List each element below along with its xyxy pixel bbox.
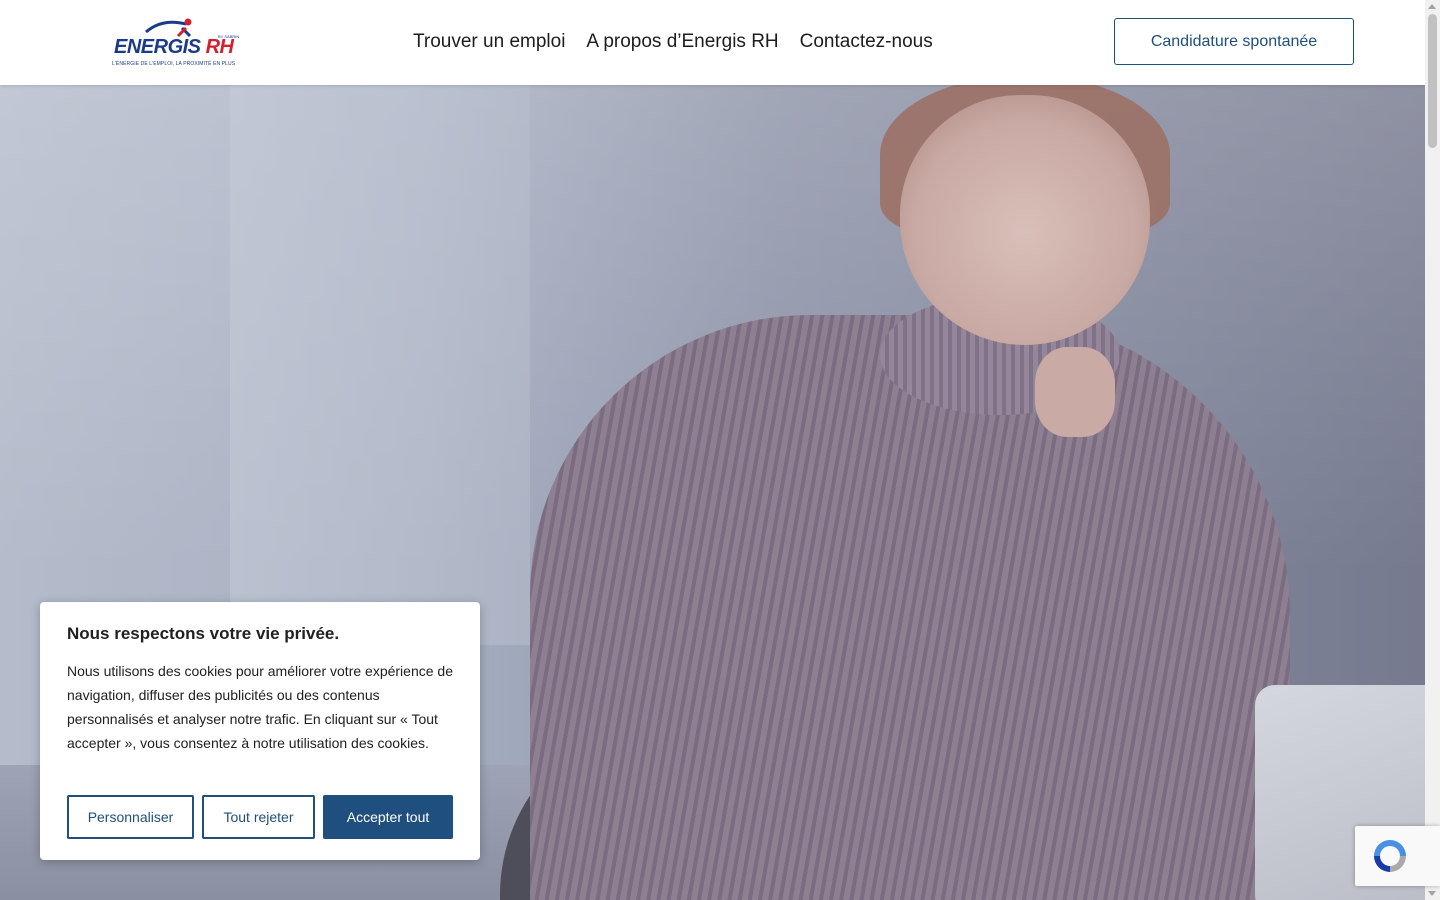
spontaneous-application-button[interactable]: Candidature spontanée xyxy=(1114,18,1354,65)
scroll-down-arrow-icon[interactable] xyxy=(1428,891,1436,896)
hero-door xyxy=(230,85,530,645)
cookie-description: Nous utilisons des cookies pour améliore… xyxy=(67,663,453,751)
cookie-actions: Personnaliser Tout rejeter Accepter tout xyxy=(67,795,453,839)
recaptcha-icon xyxy=(1374,840,1406,872)
hero-hand xyxy=(1035,347,1115,437)
accept-all-button[interactable]: Accepter tout xyxy=(323,795,453,839)
reject-all-button[interactable]: Tout rejeter xyxy=(202,795,315,839)
logo-wordmark: ENERGIS RH xyxy=(114,36,234,58)
recaptcha-badge[interactable] xyxy=(1355,826,1440,886)
runner-icon xyxy=(145,18,192,38)
nav-find-job[interactable]: Trouver un emploi xyxy=(413,31,565,53)
nav-about[interactable]: A propos d’Energis RH xyxy=(586,31,778,53)
scrollbar-thumb[interactable] xyxy=(1428,14,1437,148)
site-header: BY SABRIN ENERGIS RH L'ÉNERGIE DE L'EMPL… xyxy=(0,0,1425,85)
logo-tagline: L'ÉNERGIE DE L'EMPLOI, LA PROXIMITÉ EN P… xyxy=(112,61,236,67)
hero-face xyxy=(900,95,1150,345)
cookie-title: Nous respectons votre vie privée. xyxy=(67,624,340,643)
nav-contact[interactable]: Contactez-nous xyxy=(800,31,933,53)
cookie-consent-banner: Nous respectons votre vie privée. Nous u… xyxy=(40,602,480,860)
main-nav: Trouver un emploi A propos d’Energis RH … xyxy=(413,31,933,53)
customize-cookies-button[interactable]: Personnaliser xyxy=(67,795,194,839)
energis-rh-logo[interactable]: BY SABRIN ENERGIS RH L'ÉNERGIE DE L'EMPL… xyxy=(112,16,247,72)
scroll-up-arrow-icon[interactable] xyxy=(1428,4,1436,9)
page-scrollbar[interactable] xyxy=(1425,0,1440,900)
hero-sweater xyxy=(530,315,1290,900)
